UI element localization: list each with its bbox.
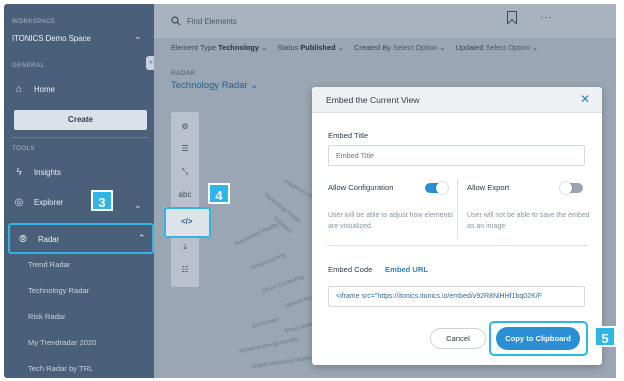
tools-section-label: TOOLS: [12, 145, 35, 152]
sidebar: WORKSPACE ITONICS Demo Space ⌄ « GENERAL…: [4, 4, 154, 378]
sidebar-subitem-tech-radar-by-trl[interactable]: Tech Radar by TRL: [28, 364, 93, 373]
sidebar-item-label: Home: [34, 85, 55, 94]
sidebar-item-home[interactable]: ⌂ Home: [12, 84, 55, 95]
dialog-header: Embed the Current View ✕: [312, 87, 602, 113]
label-icon[interactable]: abc: [171, 190, 199, 199]
allow-configuration-description: User will be able to adjust how elements…: [328, 212, 453, 230]
tab-embed-code[interactable]: Embed Code: [328, 265, 372, 274]
create-button[interactable]: Create: [14, 110, 147, 130]
radar-label: Wireless energy transfer: [239, 336, 300, 355]
embed-button[interactable]: </>: [164, 207, 211, 238]
step-3-badge: 3: [91, 190, 113, 211]
sidebar-subitem-trend-radar[interactable]: Trend Radar: [28, 260, 70, 269]
copy-button-highlight: Copy to Clipboard: [489, 321, 588, 356]
search-icon: [171, 16, 181, 26]
general-section-label: GENERAL: [12, 62, 45, 69]
download-icon[interactable]: ⤓: [171, 242, 199, 252]
list-icon[interactable]: ☷: [171, 265, 199, 274]
search-bar[interactable]: Find Elements: [171, 12, 351, 30]
sidebar-item-label: Insights: [34, 168, 61, 177]
sidebar-item-explorer[interactable]: ◎ Explorer: [12, 197, 63, 208]
step-4-badge: 4: [208, 183, 230, 204]
filter-updated[interactable]: Updated Select Option ⌄: [456, 43, 539, 52]
radar-label: Augmented Reality: [234, 222, 280, 248]
step-5-badge: 5: [594, 326, 616, 347]
dialog-title: Embed the Current View: [326, 95, 420, 105]
embed-title-input[interactable]: [328, 145, 585, 166]
search-input[interactable]: Find Elements: [187, 17, 237, 26]
close-icon[interactable]: ✕: [580, 92, 590, 106]
radar-label: Deep Learning: [250, 252, 287, 272]
chevron-down-icon[interactable]: ⌄: [134, 31, 142, 42]
filter-element-type[interactable]: Element Type Technology ⌄: [171, 43, 267, 52]
copy-to-clipboard-button[interactable]: Copy to Clipboard: [496, 327, 580, 350]
radar-title-dropdown[interactable]: Technology Radar ⌄: [171, 80, 258, 91]
radar-icon: ⦾: [19, 234, 27, 245]
sidebar-item-label: Radar: [38, 235, 60, 244]
connections-icon[interactable]: ⤡: [171, 167, 199, 177]
sidebar-item-radar-row: ⦾ Radar: [16, 234, 59, 245]
toggle-knob: [560, 182, 572, 194]
allow-configuration-toggle[interactable]: [425, 182, 448, 194]
home-icon: ⌂: [15, 84, 23, 95]
allow-configuration-label: Allow Configuration: [328, 183, 394, 192]
radar-label: Blockchain: [252, 316, 280, 330]
sidebar-subitem-my-trendradar-2020[interactable]: My Trendradar 2020: [28, 338, 96, 347]
radar-section-label: RADAR: [171, 70, 196, 77]
divider: [326, 245, 588, 246]
divider: [12, 137, 148, 138]
sidebar-subitem-risk-radar[interactable]: Risk Radar: [28, 312, 66, 321]
sidebar-item-radar[interactable]: ⦾ Radar ⌃: [8, 223, 154, 254]
allow-export-toggle[interactable]: [560, 182, 583, 194]
cancel-button[interactable]: Cancel: [430, 328, 486, 349]
toggle-knob: [436, 182, 448, 194]
allow-export-description: User will not be able to save the embed …: [467, 212, 590, 230]
top-bar: Find Elements ···: [154, 4, 616, 38]
collapse-sidebar-button[interactable]: «: [146, 56, 154, 70]
compass-icon: ◎: [14, 197, 24, 208]
filter-created-by[interactable]: Created By Select Option ⌄: [354, 43, 446, 52]
filter-bar: Element Type Technology ⌄ Status Publish…: [171, 43, 538, 52]
chevron-down-icon[interactable]: ⌄: [134, 200, 142, 211]
chevron-up-icon[interactable]: ⌃: [138, 233, 146, 244]
settings-icon[interactable]: ⚙: [171, 122, 199, 131]
embed-code-field[interactable]: <iframe src="https://itonics.itonics.io/…: [328, 286, 585, 307]
bolt-icon: ϟ: [16, 167, 22, 178]
code-icon: </>: [181, 217, 193, 226]
embed-dialog: Embed the Current View ✕ Embed Title All…: [312, 87, 602, 365]
sidebar-item-label: Explorer: [34, 198, 64, 207]
filter-status[interactable]: Status Published ⌄: [277, 43, 344, 52]
sidebar-subitem-technology-radar[interactable]: Technology Radar: [28, 286, 89, 295]
radar-label: Cloud Computing: [262, 274, 305, 295]
allow-export-label: Allow Export: [467, 183, 510, 192]
bookmark-icon[interactable]: [507, 11, 517, 24]
radar-label: Digital Marketing Platforms: [252, 354, 320, 370]
radar-label: Technology Radar: [262, 192, 302, 225]
more-options-icon[interactable]: ···: [540, 12, 553, 23]
workspace-name[interactable]: ITONICS Demo Space: [12, 34, 91, 43]
tab-embed-url[interactable]: Embed URL: [385, 265, 428, 274]
workspace-section-label: WORKSPACE: [12, 18, 56, 25]
embed-title-label: Embed Title: [328, 131, 369, 140]
filter-icon[interactable]: ☰: [171, 144, 199, 153]
radar-toolbar: ⚙ ☰ ⤡ abc ⤓ ☷: [171, 112, 199, 287]
divider: [457, 179, 458, 239]
sidebar-item-insights[interactable]: ϟ Insights: [12, 167, 61, 178]
